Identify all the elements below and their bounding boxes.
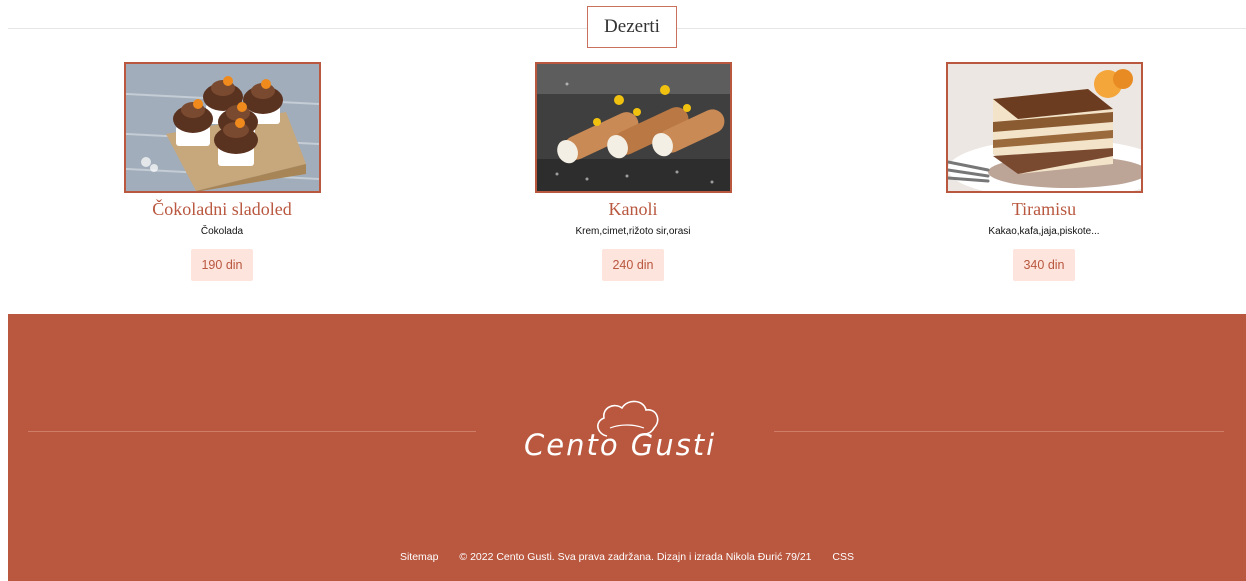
product-price-button[interactable]: 240 din <box>602 249 664 281</box>
product-image-tiramisu <box>945 62 1143 193</box>
product-description: Kakao,kafa,jaja,piskote... <box>988 226 1100 237</box>
product-image-cannoli <box>534 62 732 193</box>
product-card: Kanoli Krem,cimet,rižoto sir,orasi 240 d… <box>513 62 753 281</box>
product-card: Čokoladni sladoled Čokolada 190 din <box>102 62 342 281</box>
product-name: Čokoladni sladoled <box>152 199 292 219</box>
product-name: Tiramisu <box>1011 199 1077 219</box>
footer: Cento Gusti Sitemap © 2022 Cento Gusti. … <box>8 314 1246 581</box>
product-card: Tiramisu Kakao,kafa,jaja,piskote... 340 … <box>924 62 1164 281</box>
copyright-text: © 2022 Cento Gusti. Sva prava zadržana. … <box>459 551 812 563</box>
footer-divider-left <box>28 431 476 432</box>
sitemap-link[interactable]: Sitemap <box>400 551 439 563</box>
section-header: Dezerti <box>8 6 1246 50</box>
brand-logo-text: Cento Gusti <box>524 428 717 462</box>
brand-logo[interactable]: Cento Gusti <box>502 394 752 474</box>
product-description: Krem,cimet,rižoto sir,orasi <box>575 226 691 237</box>
footer-links: Sitemap © 2022 Cento Gusti. Sva prava za… <box>8 551 1246 563</box>
product-price-button[interactable]: 190 din <box>191 249 253 281</box>
product-name: Kanoli <box>608 199 658 219</box>
product-price-button[interactable]: 340 din <box>1013 249 1075 281</box>
css-link[interactable]: CSS <box>832 551 854 563</box>
section-title: Dezerti <box>587 6 677 48</box>
product-description: Čokolada <box>200 226 244 237</box>
footer-divider-right <box>774 431 1224 432</box>
product-image-chocolate-cupcakes <box>123 62 321 193</box>
